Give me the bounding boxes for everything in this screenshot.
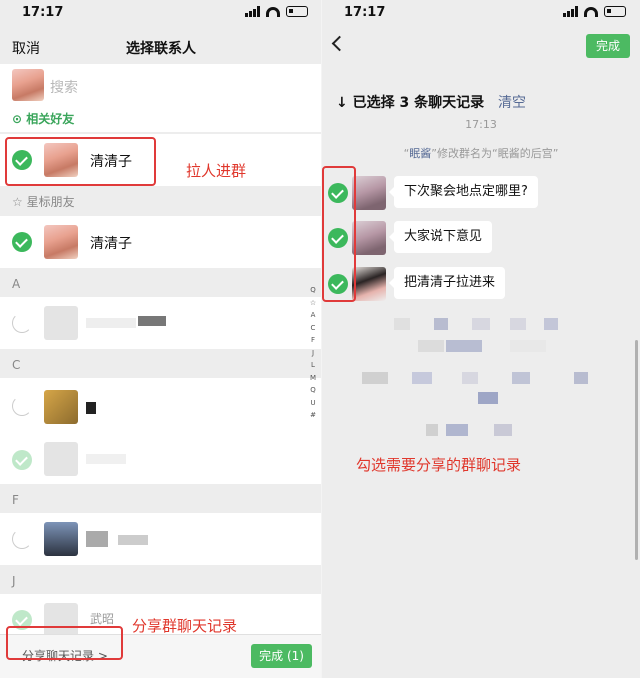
- index-letter[interactable]: M: [308, 372, 318, 385]
- clear-button[interactable]: 清空: [498, 92, 526, 112]
- signal-icon: [245, 6, 260, 17]
- wifi-icon: [584, 6, 598, 17]
- message-time: 17:13: [465, 118, 497, 131]
- section-letter-a: A: [12, 277, 21, 291]
- index-letter[interactable]: Q: [308, 384, 318, 397]
- signal-icon: [563, 6, 578, 17]
- selected-avatar[interactable]: [12, 69, 44, 101]
- blurred-name: [138, 316, 166, 326]
- contact-row-starred[interactable]: 清清子: [0, 216, 322, 268]
- system-user-name[interactable]: 眠酱: [409, 147, 431, 160]
- index-star[interactable]: ☆: [308, 297, 318, 310]
- search-bar[interactable]: 搜索: [0, 64, 322, 106]
- starred-friends-header: ☆ 星标朋友: [0, 189, 322, 215]
- blurred-name: [86, 454, 126, 464]
- alphabet-index[interactable]: Q ☆ A C F J L M Q U #: [308, 284, 318, 422]
- index-letter[interactable]: L: [308, 359, 318, 372]
- related-friends-header: ⊙ 相关好友: [0, 106, 322, 132]
- avatar: [352, 221, 386, 255]
- section-letter-c: C: [12, 358, 21, 372]
- annotation-share: 分享群聊天记录: [132, 617, 238, 635]
- index-letter[interactable]: C: [308, 322, 318, 335]
- avatar: [352, 267, 386, 301]
- index-letter[interactable]: U: [308, 397, 318, 410]
- scrollbar[interactable]: [635, 340, 638, 560]
- index-letter[interactable]: J: [308, 347, 318, 360]
- unchecked-icon[interactable]: [12, 529, 32, 549]
- highlight-box: [6, 626, 123, 660]
- avatar: [352, 176, 386, 210]
- index-letter[interactable]: F: [308, 334, 318, 347]
- checked-icon[interactable]: [12, 232, 32, 252]
- annotation-check: 勾选需要分享的群聊记录: [356, 456, 522, 474]
- message-bubble[interactable]: 把清清子拉进来: [388, 267, 506, 299]
- avatar: [44, 522, 78, 556]
- avatar: [44, 442, 78, 476]
- related-friends-label: 相关好友: [26, 112, 75, 126]
- battery-icon: [604, 6, 626, 17]
- wifi-icon: [266, 6, 280, 17]
- checked-icon[interactable]: [12, 450, 32, 470]
- star-icon: ☆: [12, 195, 23, 209]
- status-bar: 17:17: [0, 0, 322, 26]
- message-bubble[interactable]: 下次聚会地点定哪里?: [389, 176, 538, 208]
- system-message: “眠酱”修改群名为“眠酱的后宫”: [322, 145, 640, 161]
- contact-picker-screen: 17:17 取消 选择联系人 搜索 ⊙ 相关好友 清清子 拉人进群 ☆ 星标朋友…: [0, 0, 322, 678]
- avatar: [44, 390, 78, 424]
- link-icon: ⊙: [12, 112, 23, 126]
- blurred-name: [86, 402, 96, 414]
- annotation-invite: 拉人进群: [186, 162, 247, 180]
- status-time: 17:17: [22, 5, 64, 20]
- blurred-name: [86, 318, 136, 328]
- highlight-box: [322, 166, 356, 302]
- system-text: ”修改群名为“眠酱的后宫”: [431, 147, 559, 160]
- highlight-box: [5, 137, 156, 186]
- avatar: [44, 306, 78, 340]
- chat-selection-screen: 17:17 完成 ↓ 已选择 3 条聊天记录 清空 17:13 “眠酱”修改群名…: [322, 0, 640, 678]
- page-title: 选择联系人: [126, 41, 196, 57]
- status-time: 17:17: [344, 5, 386, 20]
- section-letter-f: F: [12, 493, 19, 507]
- blurred-name: [86, 531, 108, 547]
- status-bar: 17:17: [322, 0, 640, 26]
- index-letter[interactable]: A: [308, 309, 318, 322]
- blurred-name: [118, 535, 148, 545]
- contact-name: 武昭: [90, 612, 115, 626]
- section-letter-j: J: [12, 574, 16, 588]
- done-button[interactable]: 完成 (1): [251, 644, 312, 668]
- contact-name: 清清子: [90, 236, 132, 252]
- contact-row[interactable]: [0, 513, 322, 565]
- index-search[interactable]: Q: [308, 284, 318, 297]
- contact-row[interactable]: [0, 297, 322, 349]
- unchecked-icon[interactable]: [12, 396, 32, 416]
- avatar: [44, 225, 78, 259]
- message-bubble[interactable]: 大家说下意见: [388, 221, 493, 253]
- index-letter[interactable]: #: [308, 409, 318, 422]
- starred-friends-label: 星标朋友: [26, 195, 75, 209]
- done-button[interactable]: 完成: [586, 34, 630, 58]
- unchecked-icon[interactable]: [12, 313, 32, 333]
- back-icon[interactable]: [331, 35, 348, 52]
- contact-group: [0, 378, 322, 484]
- search-input[interactable]: 搜索: [50, 77, 78, 97]
- selected-count: ↓ 已选择 3 条聊天记录: [336, 95, 485, 111]
- battery-icon: [286, 6, 308, 17]
- nav-bar: 取消 选择联系人: [0, 28, 322, 64]
